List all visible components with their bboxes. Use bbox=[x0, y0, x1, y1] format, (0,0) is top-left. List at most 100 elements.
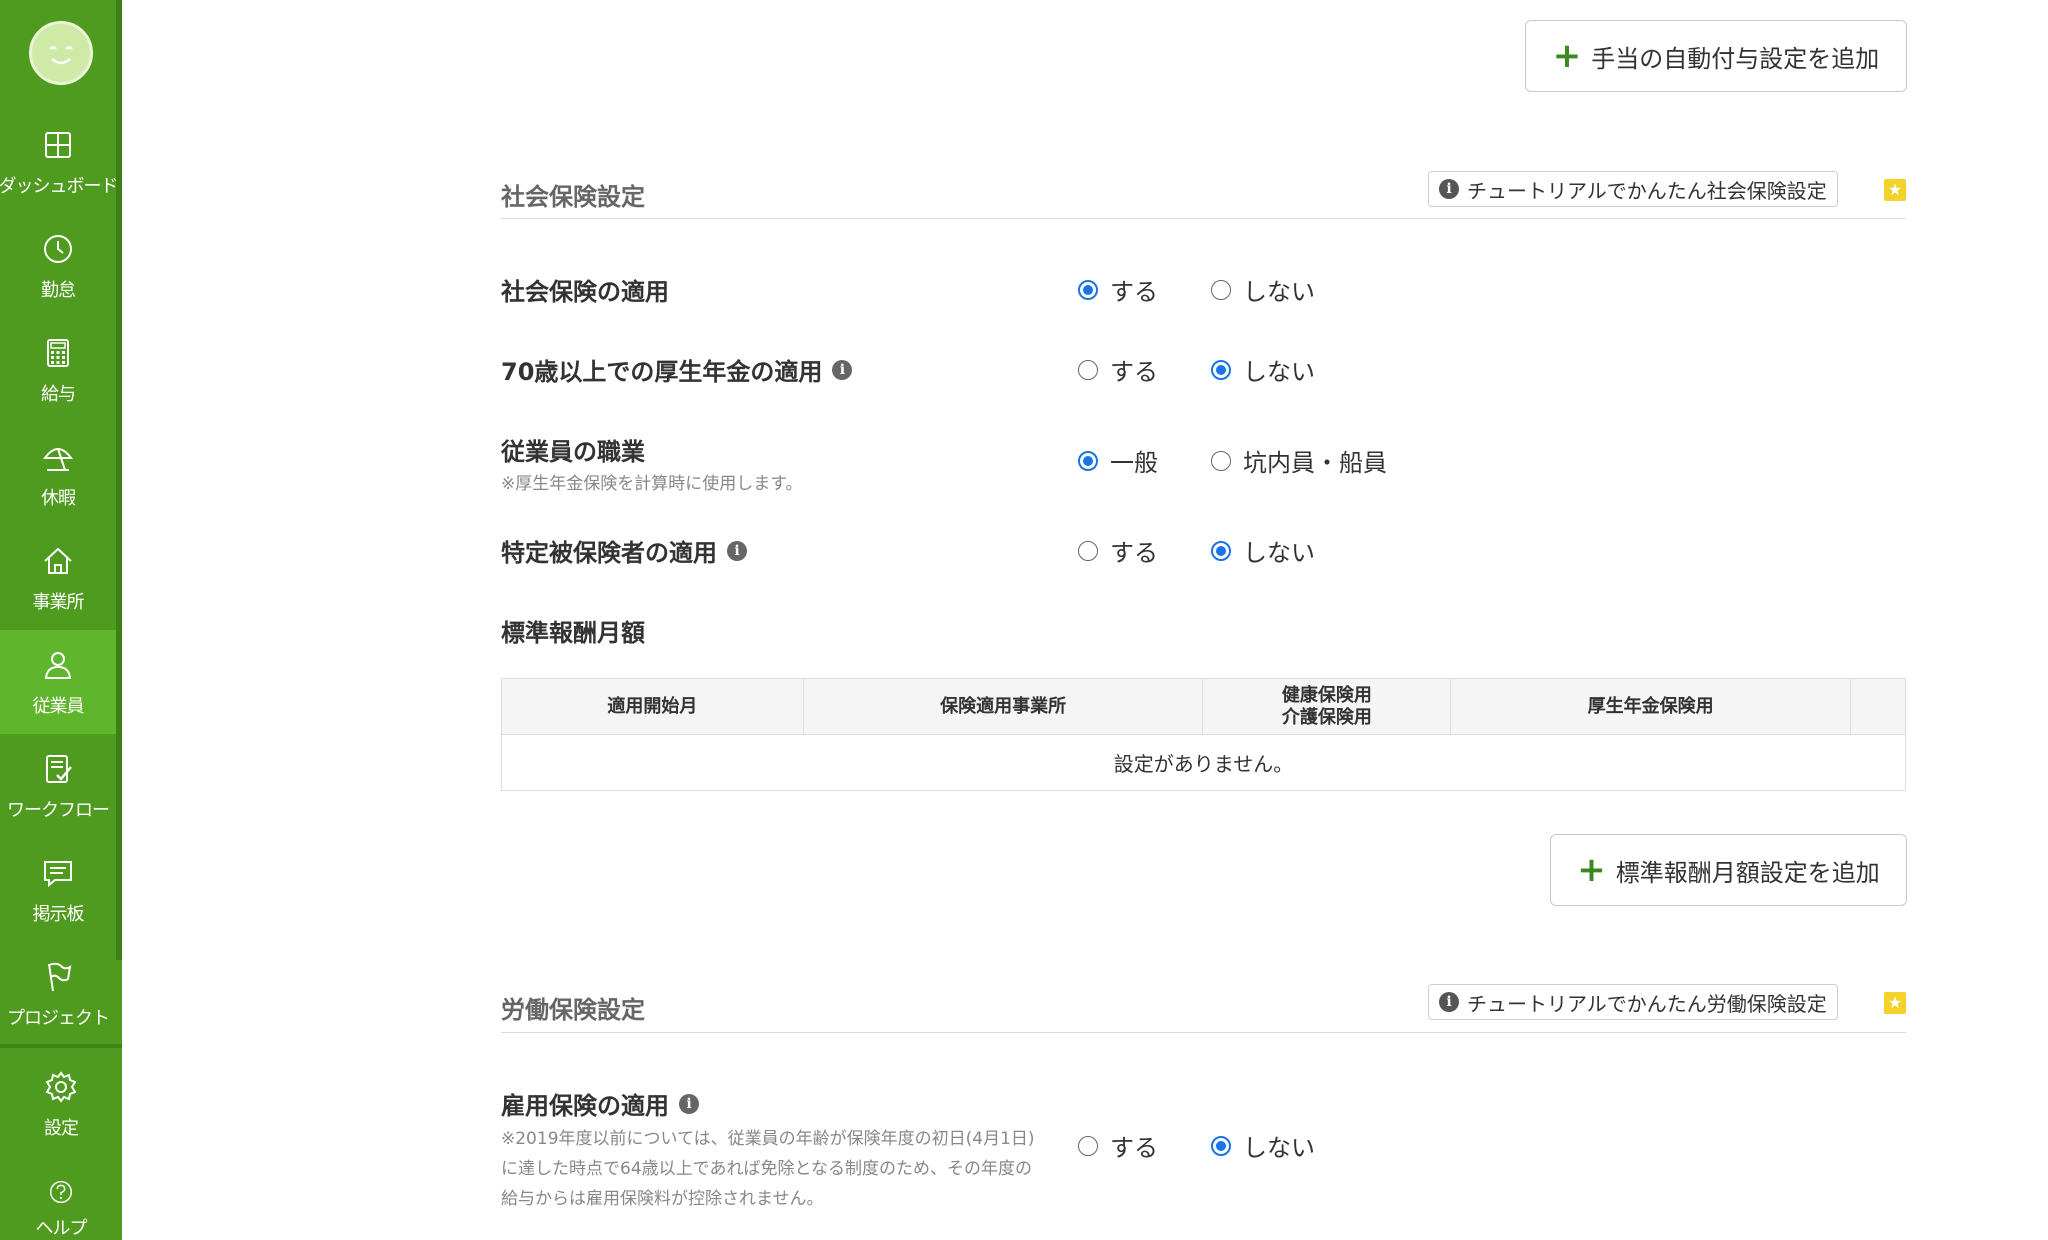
radio-label: しない bbox=[1243, 358, 1315, 386]
radio-label: 一般 bbox=[1110, 449, 1158, 477]
empty-message: 設定がありません。 bbox=[501, 734, 1906, 791]
home-icon bbox=[44, 547, 72, 574]
nav-label: 掲示板 bbox=[32, 904, 85, 925]
nav-project[interactable]: プロジェクト bbox=[0, 942, 116, 1046]
nav-label: プロジェクト bbox=[7, 1008, 110, 1029]
occupation-general-radio[interactable]: 一般 bbox=[1078, 443, 1158, 478]
pension70-yes-radio[interactable]: する bbox=[1078, 352, 1158, 387]
column-header: 健康保険用 介護保険用 bbox=[1202, 678, 1452, 735]
help-icon bbox=[49, 1180, 73, 1204]
info-icon: i bbox=[1439, 179, 1459, 199]
radio-label: しない bbox=[1243, 1134, 1315, 1162]
labor-tutorial-label: チュートリアルでかんたん労働保険設定 bbox=[1467, 991, 1827, 1016]
checklist-icon bbox=[46, 755, 72, 783]
nav-settings[interactable]: 設定 bbox=[0, 1052, 122, 1156]
column-header: 厚生年金保険用 bbox=[1450, 678, 1851, 735]
labor-tutorial-button[interactable]: i チュートリアルでかんたん労働保険設定 bbox=[1428, 984, 1838, 1020]
specific-insured-text: 特定被保険者の適用 bbox=[501, 539, 717, 567]
specific-insured-label: 特定被保険者の適用 i bbox=[501, 533, 747, 568]
radio-unselected-icon bbox=[1211, 450, 1231, 471]
logo-icon[interactable] bbox=[29, 21, 93, 85]
nav-label: 事業所 bbox=[32, 592, 85, 613]
nav-label: 給与 bbox=[41, 384, 76, 405]
dashboard-icon bbox=[45, 132, 71, 158]
nav-label: ヘルプ bbox=[35, 1218, 88, 1239]
radio-selected-icon bbox=[1078, 279, 1098, 300]
employment-no-radio[interactable]: しない bbox=[1211, 1128, 1315, 1163]
info-icon[interactable]: i bbox=[727, 540, 747, 561]
nav-label: 休暇 bbox=[41, 488, 76, 509]
standard-remuneration-table: 適用開始月 保険適用事業所 健康保険用 介護保険用 厚生年金保険用 設定がありませ… bbox=[501, 678, 1906, 791]
employment-yes-radio[interactable]: する bbox=[1078, 1128, 1158, 1163]
radio-selected-icon bbox=[1211, 1135, 1231, 1156]
nav-help[interactable]: ヘルプ bbox=[0, 1156, 122, 1240]
nav-label: 勤怠 bbox=[41, 280, 76, 301]
plus-icon: + bbox=[1577, 850, 1606, 890]
nav-label: 設定 bbox=[44, 1118, 79, 1139]
social-apply-label: 社会保険の適用 bbox=[501, 272, 669, 307]
standard-remuneration-title: 標準報酬月額 bbox=[501, 619, 645, 647]
social-insurance-title: 社会保険設定 bbox=[501, 183, 645, 211]
pension70-text: 70歳以上での厚生年金の適用 bbox=[501, 358, 823, 386]
calculator-icon bbox=[47, 339, 69, 367]
add-standard-remuneration-button[interactable]: + 標準報酬月額設定を追加 bbox=[1550, 834, 1907, 906]
nav-workflow[interactable]: ワークフロー bbox=[0, 734, 116, 838]
social-apply-yes-radio[interactable]: する bbox=[1078, 272, 1158, 307]
social-tutorial-label: チュートリアルでかんたん社会保険設定 bbox=[1467, 178, 1827, 203]
radio-label: しない bbox=[1243, 278, 1315, 306]
info-icon: i bbox=[1439, 992, 1459, 1012]
section-divider bbox=[501, 218, 1906, 219]
plus-icon: + bbox=[1552, 36, 1582, 76]
add-auto-allowance-label: 手当の自動付与設定を追加 bbox=[1591, 44, 1880, 73]
radio-label: する bbox=[1110, 358, 1158, 386]
nav-employees[interactable]: 従業員 bbox=[0, 630, 116, 734]
table-header-row: 適用開始月 保険適用事業所 健康保険用 介護保険用 厚生年金保険用 bbox=[501, 678, 1906, 735]
specific-yes-radio[interactable]: する bbox=[1078, 533, 1158, 568]
column-header-line: 健康保険用 bbox=[1281, 684, 1372, 706]
gear-icon bbox=[45, 1071, 77, 1103]
radio-unselected-icon bbox=[1211, 279, 1231, 300]
radio-selected-icon bbox=[1211, 359, 1231, 380]
star-icon[interactable]: ★ bbox=[1884, 179, 1906, 201]
star-icon[interactable]: ★ bbox=[1884, 992, 1906, 1014]
radio-label: 坑内員・船員 bbox=[1243, 449, 1387, 477]
column-header: 適用開始月 bbox=[501, 678, 804, 735]
nav-label: ワークフロー bbox=[7, 800, 110, 821]
nav-dashboard[interactable]: ダッシュボード bbox=[0, 110, 119, 214]
radio-selected-icon bbox=[1211, 540, 1231, 561]
radio-selected-icon bbox=[1078, 450, 1098, 471]
nav-board[interactable]: 掲示板 bbox=[0, 838, 116, 942]
radio-unselected-icon bbox=[1078, 359, 1098, 380]
pension70-no-radio[interactable]: しない bbox=[1211, 352, 1315, 387]
nav-office[interactable]: 事業所 bbox=[0, 526, 116, 630]
nav-label: ダッシュボード bbox=[0, 176, 119, 197]
nav-attendance[interactable]: 勤怠 bbox=[0, 214, 116, 318]
radio-unselected-icon bbox=[1078, 1135, 1098, 1156]
occupation-label: 従業員の職業 bbox=[501, 432, 645, 467]
sidebar-divider bbox=[0, 1044, 122, 1048]
flag-icon bbox=[48, 962, 72, 992]
umbrella-icon bbox=[43, 448, 73, 471]
nav-payroll[interactable]: 給与 bbox=[0, 318, 116, 422]
social-apply-text: 社会保険の適用 bbox=[501, 278, 669, 306]
specific-no-radio[interactable]: しない bbox=[1211, 533, 1315, 568]
add-auto-allowance-button[interactable]: + 手当の自動付与設定を追加 bbox=[1525, 20, 1907, 92]
radio-label: する bbox=[1110, 278, 1158, 306]
occupation-miner-radio[interactable]: 坑内員・船員 bbox=[1211, 443, 1387, 478]
message-icon bbox=[44, 861, 72, 888]
table-row: 設定がありません。 bbox=[501, 734, 1906, 791]
pension70-label: 70歳以上での厚生年金の適用 i bbox=[501, 352, 853, 387]
occupation-note: ※厚生年金保険を計算時に使用します。 bbox=[501, 474, 803, 494]
info-icon[interactable]: i bbox=[832, 359, 853, 380]
occupation-text: 従業員の職業 bbox=[501, 438, 645, 466]
column-header-empty bbox=[1850, 678, 1906, 735]
radio-label: しない bbox=[1243, 539, 1315, 567]
column-header: 保険適用事業所 bbox=[802, 678, 1204, 735]
social-tutorial-button[interactable]: i チュートリアルでかんたん社会保険設定 bbox=[1428, 171, 1838, 207]
main-content: + 手当の自動付与設定を追加 社会保険設定 i チュートリアルでかんたん社会保険… bbox=[122, 0, 2048, 1240]
add-standard-remuneration-label: 標準報酬月額設定を追加 bbox=[1615, 858, 1880, 887]
person-icon bbox=[44, 652, 72, 679]
radio-label: する bbox=[1110, 1134, 1158, 1162]
social-apply-no-radio[interactable]: しない bbox=[1211, 272, 1315, 307]
nav-leave[interactable]: 休暇 bbox=[0, 422, 116, 526]
